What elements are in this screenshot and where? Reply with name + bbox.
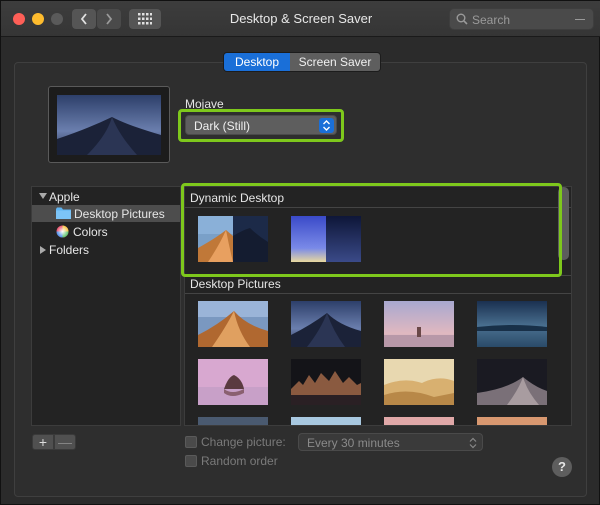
change-picture-label: Change picture: <box>201 435 286 449</box>
search-icon <box>456 13 468 25</box>
section-divider <box>185 293 571 294</box>
wallpaper-sand-dunes[interactable] <box>384 359 454 405</box>
change-picture-checkbox[interactable] <box>185 436 197 448</box>
dynamic-desktop-highlight-frame <box>181 183 562 277</box>
wallpaper-partial-2[interactable] <box>291 417 361 426</box>
wallpaper-pink-rocks[interactable] <box>198 359 268 405</box>
wallpaper-lake-blue[interactable] <box>477 301 547 347</box>
interval-value: Every 30 minutes <box>307 436 400 450</box>
system-preferences-window: Desktop & Screen Saver Search Desktop Sc… <box>0 0 600 505</box>
help-button[interactable]: ? <box>552 457 572 477</box>
color-wheel-icon <box>56 225 69 238</box>
current-wallpaper-preview <box>48 86 170 163</box>
wallpaper-partial-4[interactable] <box>477 417 547 426</box>
sidebar-item-label: Colors <box>73 225 108 239</box>
window-title: Desktop & Screen Saver <box>229 11 373 26</box>
wallpaper-mojave-day[interactable] <box>198 301 268 347</box>
remove-folder-button[interactable]: — <box>54 434 76 450</box>
sidebar-item-colors[interactable]: Colors <box>56 224 176 240</box>
chevron-left-icon <box>80 13 87 25</box>
chevron-right-icon <box>106 13 113 25</box>
wallpaper-partial-3[interactable] <box>384 417 454 426</box>
popup-arrows-icon <box>319 118 334 133</box>
section-header-desktop-pictures: Desktop Pictures <box>190 277 281 291</box>
sidebar-item-label: Desktop Pictures <box>74 207 165 221</box>
wallpaper-tufa-night[interactable] <box>291 359 361 405</box>
search-field[interactable]: Search <box>449 8 594 30</box>
wallpaper-partial-1[interactable] <box>198 417 268 426</box>
source-list <box>31 186 181 426</box>
folder-icon <box>56 207 71 219</box>
tab-desktop[interactable]: Desktop <box>224 53 290 71</box>
random-order-checkbox[interactable] <box>185 455 197 467</box>
wallpaper-mojave-night[interactable] <box>291 301 361 347</box>
sidebar-item-label: Apple <box>49 190 80 204</box>
sidebar-item-folders[interactable]: Folders <box>39 242 179 258</box>
wallpaper-dark-dune[interactable] <box>477 359 547 405</box>
close-window-button[interactable] <box>13 13 25 25</box>
minimize-window-button[interactable] <box>32 13 44 25</box>
change-interval-popup[interactable]: Every 30 minutes <box>298 433 483 451</box>
disclosure-collapsed-icon <box>40 246 46 254</box>
mojave-dark-thumbnail <box>57 95 161 155</box>
appearance-popup[interactable]: Dark (Still) <box>185 115 337 135</box>
wallpaper-desert-rock[interactable] <box>384 301 454 347</box>
grid-icon <box>138 13 152 25</box>
back-button[interactable] <box>72 9 96 29</box>
clear-search-icon[interactable] <box>575 19 585 20</box>
add-folder-button[interactable]: + <box>32 434 54 450</box>
forward-button[interactable] <box>97 9 121 29</box>
sidebar-item-apple[interactable]: Apple <box>39 189 179 205</box>
random-order-label: Random order <box>201 454 278 468</box>
tab-screen-saver[interactable]: Screen Saver <box>290 53 380 71</box>
popup-arrows-icon <box>469 437 477 449</box>
show-all-button[interactable] <box>129 9 161 29</box>
sidebar-item-label: Folders <box>49 243 90 257</box>
search-placeholder: Search <box>472 13 511 27</box>
tab-bar: Desktop Screen Saver <box>223 52 381 72</box>
zoom-window-button[interactable] <box>51 13 63 25</box>
disclosure-expanded-icon <box>39 193 47 199</box>
sidebar-item-desktop-pictures[interactable]: Desktop Pictures <box>32 205 180 222</box>
appearance-value: Dark (Still) <box>194 119 250 133</box>
titlebar: Desktop & Screen Saver Search <box>1 1 600 37</box>
